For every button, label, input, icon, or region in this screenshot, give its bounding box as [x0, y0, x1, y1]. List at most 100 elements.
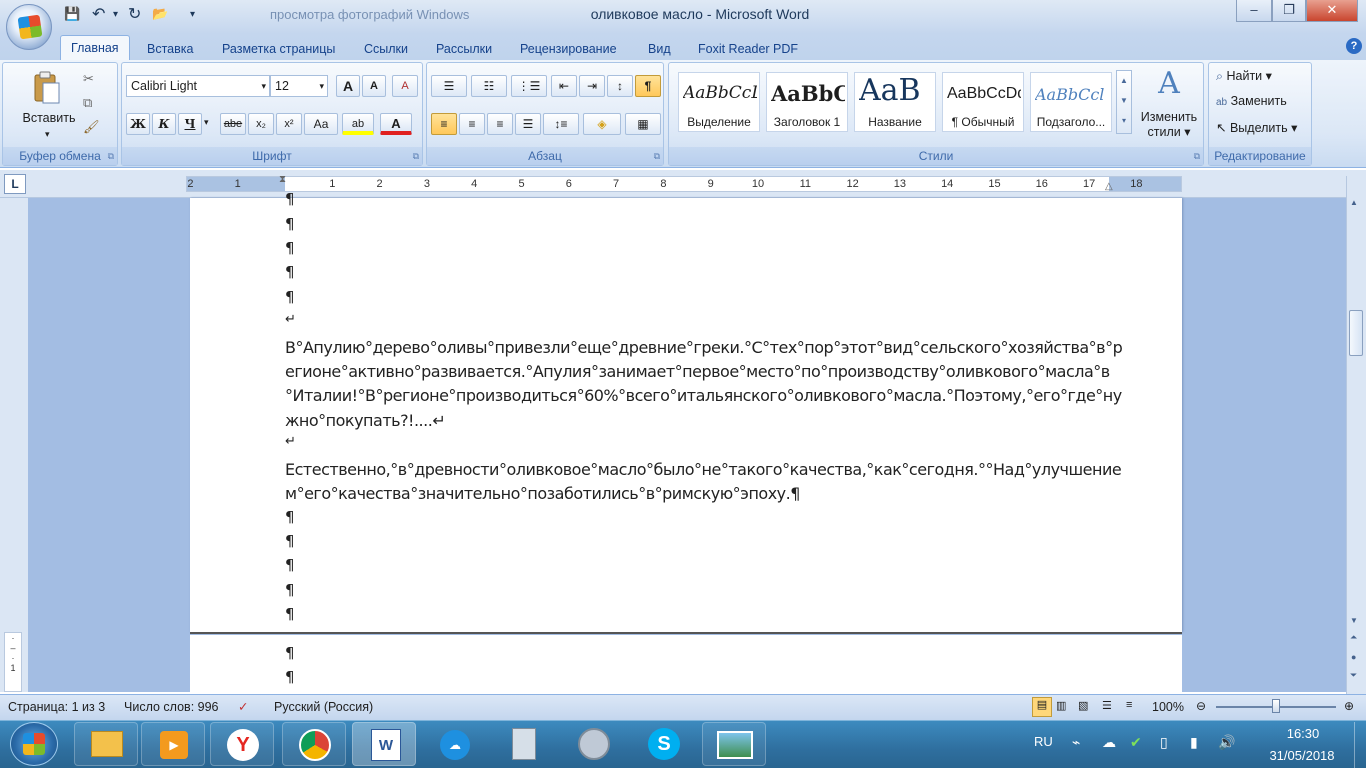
zoom-in-icon[interactable]: ⊕ — [1344, 699, 1354, 713]
web-layout-icon[interactable]: ▧ — [1078, 699, 1088, 712]
align-left-button[interactable]: ≡ — [431, 113, 457, 135]
borders-button[interactable]: ▦ — [625, 113, 661, 135]
numbering-button[interactable]: ☷ — [471, 75, 507, 97]
underline-button[interactable]: Ч — [178, 113, 202, 135]
clock-time[interactable]: 16:30 — [1278, 726, 1328, 741]
tab-review[interactable]: Рецензирование — [510, 38, 627, 60]
change-styles-button[interactable]: Изменить стили ▾ — [1134, 110, 1204, 140]
italic-button[interactable]: К — [152, 113, 176, 135]
line-spacing-button[interactable]: ↕≡ — [543, 113, 579, 135]
word-taskbar-icon[interactable]: W — [352, 722, 416, 766]
copy-icon[interactable]: ⧉ — [83, 95, 92, 111]
increase-indent-button[interactable]: ⇥ — [579, 75, 605, 97]
highlight-button[interactable]: ab — [342, 113, 374, 135]
sort-button[interactable]: ↕ — [607, 75, 633, 97]
signal-tray-icon[interactable]: ▮ — [1190, 734, 1198, 751]
underline-dropdown-icon[interactable]: ▾ — [204, 117, 209, 128]
scroll-up-icon[interactable]: ▲ — [1350, 198, 1358, 207]
page[interactable] — [190, 635, 1182, 695]
language-indicator[interactable]: RU — [1034, 734, 1053, 749]
style-normal[interactable]: AaBbCcDd ¶ Обычный — [942, 72, 1024, 132]
volume-tray-icon[interactable]: 🔊 — [1218, 734, 1235, 751]
qat-open-button[interactable]: 📂 — [152, 6, 168, 26]
device-tray-icon[interactable]: ▯ — [1160, 734, 1168, 751]
media-player-taskbar-icon[interactable]: ▶ — [141, 722, 205, 766]
language-status[interactable]: Русский (Россия) — [274, 700, 373, 714]
explorer-taskbar-icon[interactable] — [74, 722, 138, 766]
cut-icon[interactable]: ✂ — [83, 71, 94, 87]
paste-button[interactable]: Вставить — [9, 111, 89, 125]
calculator-taskbar-icon[interactable] — [492, 722, 556, 766]
tab-foxit[interactable]: Foxit Reader PDF — [688, 38, 808, 60]
qat-undo-button[interactable]: ↶ — [92, 4, 105, 24]
tab-insert[interactable]: Вставка — [137, 38, 203, 60]
draft-view-icon[interactable]: ≡ — [1126, 699, 1132, 711]
scroll-down-icon[interactable]: ▼ — [1350, 616, 1358, 625]
right-indent-marker-icon[interactable]: △ — [1105, 181, 1113, 192]
help-icon[interactable]: ? — [1346, 38, 1362, 54]
style-emphasis[interactable]: AaBbCcL Выделение — [678, 72, 760, 132]
skype-taskbar-icon[interactable]: S — [632, 722, 696, 766]
network-tray-icon[interactable]: ⌁ — [1072, 734, 1080, 751]
tab-page-layout[interactable]: Разметка страницы — [212, 38, 345, 60]
align-center-button[interactable]: ≡ — [459, 113, 485, 135]
qat-save-button[interactable]: 💾 — [64, 6, 80, 26]
clear-formatting-button[interactable]: A — [392, 75, 418, 97]
next-page-icon[interactable]: ⏷ — [1350, 670, 1357, 681]
photo-viewer-taskbar-icon[interactable] — [702, 722, 766, 766]
shrink-font-button[interactable]: A — [362, 75, 386, 97]
start-button[interactable] — [10, 722, 58, 766]
full-screen-reading-icon[interactable]: ▥ — [1056, 699, 1066, 712]
zoom-out-icon[interactable]: ⊖ — [1196, 699, 1206, 713]
scroll-thumb[interactable] — [1349, 310, 1363, 356]
prev-page-icon[interactable]: ⏶ — [1350, 632, 1357, 643]
qat-redo-button[interactable]: ↻ — [128, 4, 141, 24]
restore-button[interactable]: ❐ — [1272, 0, 1306, 22]
font-color-button[interactable]: A — [380, 113, 412, 135]
paragraph-launcher-icon[interactable]: ⧉ — [654, 151, 660, 162]
page-count[interactable]: Страница: 1 из 3 — [8, 700, 105, 714]
minimize-button[interactable]: – — [1236, 0, 1272, 22]
tab-home[interactable]: Главная — [60, 35, 130, 61]
subscript-button[interactable]: x₂ — [248, 113, 274, 135]
superscript-button[interactable]: x² — [276, 113, 302, 135]
decrease-indent-button[interactable]: ⇤ — [551, 75, 577, 97]
style-title[interactable]: AaB Название — [854, 72, 936, 132]
chrome-taskbar-icon[interactable] — [282, 722, 346, 766]
tab-view[interactable]: Вид — [638, 38, 681, 60]
check-tray-icon[interactable]: ✔ — [1130, 734, 1142, 751]
show-desktop-button[interactable] — [1354, 722, 1366, 768]
strikethrough-button[interactable]: abe — [220, 113, 246, 135]
app-taskbar-icon[interactable] — [562, 722, 626, 766]
shading-button[interactable]: ◈ — [583, 113, 621, 135]
qat-undo-dropdown[interactable]: ▾ — [113, 9, 118, 29]
change-case-button[interactable]: Аа — [304, 113, 338, 135]
tab-mailings[interactable]: Рассылки — [426, 38, 502, 60]
multilevel-list-button[interactable]: ⋮☰ — [511, 75, 547, 97]
bullets-button[interactable]: ☰ — [431, 75, 467, 97]
zoom-level[interactable]: 100% — [1152, 700, 1184, 714]
cloud-taskbar-icon[interactable]: ☁ — [422, 722, 486, 766]
style-subtitle[interactable]: AaBbCcl Подзаголо... — [1030, 72, 1112, 132]
close-button[interactable]: ✕ — [1306, 0, 1358, 22]
font-name-combo[interactable]: Calibri Light ▾ — [126, 75, 270, 97]
select-button[interactable]: ↖ Выделить ▾ — [1216, 120, 1297, 135]
font-size-combo[interactable]: 12 ▾ — [270, 75, 328, 97]
cloud-tray-icon[interactable]: ☁ — [1102, 734, 1116, 751]
align-right-button[interactable]: ≡ — [487, 113, 513, 135]
style-heading1[interactable]: AaBbC Заголовок 1 — [766, 72, 848, 132]
yandex-taskbar-icon[interactable]: Y — [210, 722, 274, 766]
tab-selector[interactable]: L — [4, 174, 26, 194]
show-marks-button[interactable]: ¶ — [635, 75, 661, 97]
styles-launcher-icon[interactable]: ⧉ — [1194, 151, 1200, 162]
paste-dropdown-icon[interactable]: ▾ — [45, 129, 50, 140]
clipboard-launcher-icon[interactable]: ⧉ — [108, 151, 114, 162]
zoom-slider-thumb[interactable] — [1272, 699, 1280, 713]
replace-button[interactable]: ab Заменить — [1216, 94, 1287, 108]
clock-date[interactable]: 31/05/2018 — [1256, 748, 1348, 763]
indent-marker-icon[interactable]: ⧗ — [279, 174, 286, 185]
find-button[interactable]: ⌕ Найти ▾ — [1216, 68, 1272, 84]
qat-customize-dropdown[interactable]: ▾ — [190, 9, 195, 29]
outline-view-icon[interactable]: ☰ — [1102, 699, 1112, 712]
styles-gallery-scroll[interactable]: ▲ ▼ ▾ — [1116, 70, 1132, 134]
